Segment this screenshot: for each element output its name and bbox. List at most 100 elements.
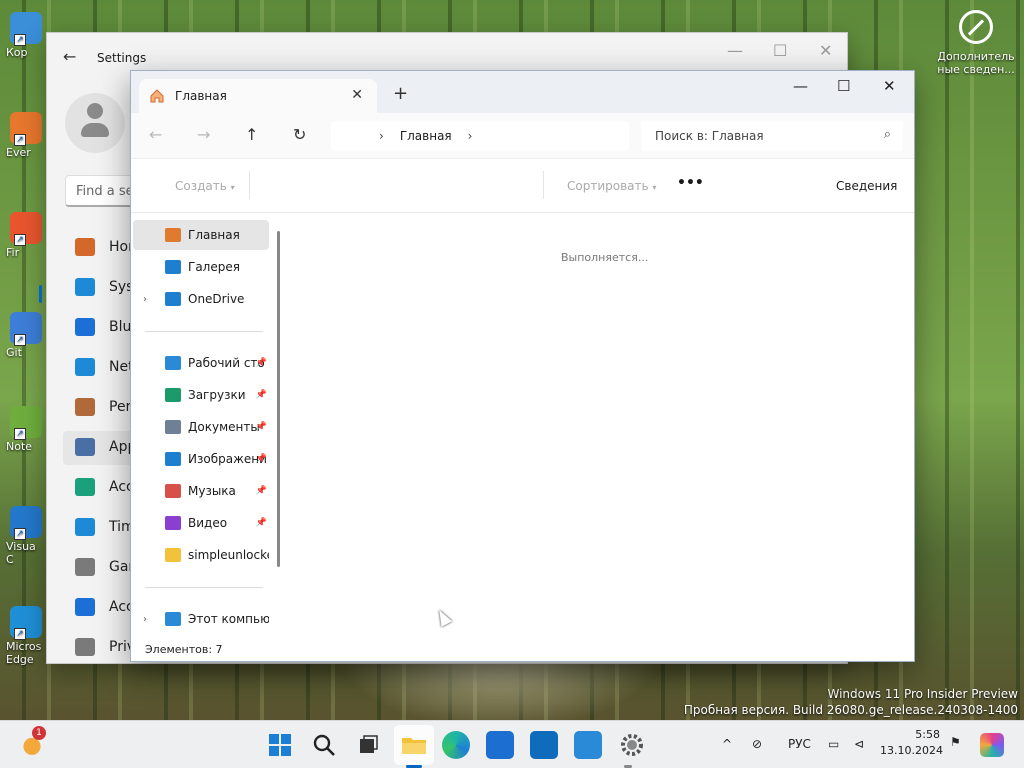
back-arrow-icon[interactable]: ← [149, 125, 162, 144]
new-tab-icon[interactable]: + [393, 83, 408, 104]
sidebar-item-label: Этот компьюте [188, 612, 269, 626]
sidebar-item[interactable]: Галерея [133, 252, 269, 282]
chevron-right-icon[interactable]: › [143, 294, 147, 305]
bluetooth-icon [75, 318, 95, 336]
shortcut-arrow-icon: ↗ [14, 134, 26, 146]
additional-info-widget[interactable]: Дополнитель ные сведен... [934, 10, 1018, 76]
close-icon[interactable]: ✕ [819, 41, 832, 60]
settings-gear-icon[interactable] [618, 731, 646, 759]
search-placeholder: Поиск в: Главная [655, 129, 764, 143]
desktop-shortcut-label: Micros Edge [6, 640, 42, 666]
clock-date: 13.10.2024 [880, 744, 943, 757]
close-icon[interactable]: ✕ [883, 77, 896, 95]
shortcut-arrow-icon: ↗ [14, 334, 26, 346]
loading-text: Выполняется... [561, 251, 649, 264]
sidebar-item[interactable]: Музыка 📌 [133, 476, 269, 506]
divider [145, 331, 263, 332]
search-input[interactable]: Поиск в: Главная ⌕ [641, 121, 903, 151]
copilot-icon[interactable] [980, 733, 1004, 757]
pin-icon[interactable]: 📌 [256, 518, 267, 528]
details-button[interactable]: Сведения [836, 179, 897, 193]
desktop-shortcut-label: Note [6, 440, 33, 453]
sidebar-item-label: Рабочий сто [188, 356, 265, 370]
settings-title: Settings [97, 51, 147, 65]
pin-icon[interactable]: 📌 [256, 486, 267, 496]
start-windows-icon[interactable] [266, 731, 294, 759]
shield-icon [75, 638, 95, 656]
forward-arrow-icon[interactable]: → [197, 125, 210, 144]
sort-button[interactable]: Сортировать ▾ [567, 179, 656, 193]
task-view-icon[interactable] [354, 731, 382, 759]
maximize-icon[interactable]: ☐ [837, 77, 850, 95]
gamepad-icon [75, 558, 95, 576]
watermark-build: Пробная версия. Build 26080.ge_release.2… [683, 703, 1018, 717]
chevron-right-icon[interactable]: › [468, 129, 473, 143]
back-arrow-icon[interactable]: ← [63, 47, 76, 66]
clock[interactable]: 5:58 13.10.2024 [880, 727, 943, 759]
store-icon[interactable] [486, 731, 514, 759]
desktop-shortcut[interactable]: ↗ Git [6, 312, 46, 359]
desktop-shortcut-label: Git [6, 346, 22, 359]
brush-icon [75, 398, 95, 416]
minimize-icon[interactable]: — [727, 41, 743, 60]
breadcrumb-current[interactable]: Главная [400, 129, 452, 143]
sidebar-scrollbar[interactable] [277, 231, 280, 567]
close-tab-icon[interactable]: ✕ [351, 87, 363, 103]
desktop-shortcut[interactable]: ↗ Ever [6, 112, 46, 159]
home-icon [150, 89, 164, 103]
more-options-button[interactable]: ••• [677, 175, 704, 191]
pin-icon[interactable]: 📌 [256, 358, 267, 368]
desktop-shortcut-label: Кор [6, 46, 28, 59]
sidebar-item[interactable]: Главная [133, 220, 269, 250]
file-explorer-window[interactable]: Главная ✕ + — ☐ ✕ ← → ↑ ↻ › Главная › По… [130, 70, 915, 662]
desktop-shortcut[interactable]: ↗ Visua C [6, 506, 46, 566]
sidebar-item[interactable]: › OneDrive [133, 284, 269, 314]
desktop-shortcut[interactable]: ↗ Кор [6, 12, 46, 59]
shortcut-arrow-icon: ↗ [14, 528, 26, 540]
monitor-icon[interactable]: ▭ [828, 737, 839, 751]
cloud-icon [165, 292, 181, 306]
sidebar-item-label: Галерея [188, 260, 240, 274]
network-off-icon[interactable]: ⊘ [752, 737, 762, 751]
sidebar-item[interactable]: Видео 📌 [133, 508, 269, 538]
chevron-right-icon[interactable]: › [143, 614, 147, 625]
search-icon[interactable] [310, 731, 338, 759]
user-avatar[interactable] [65, 93, 125, 153]
outlook-icon[interactable] [530, 731, 558, 759]
refresh-icon[interactable]: ↻ [293, 125, 306, 144]
create-button[interactable]: Создать ▾ [175, 179, 235, 193]
maximize-icon[interactable]: ☐ [773, 41, 787, 60]
sidebar-item[interactable]: Рабочий сто 📌 [133, 348, 269, 378]
notification-bell-icon[interactable]: ⚑ [950, 735, 961, 749]
chevron-up-icon[interactable]: ^ [722, 737, 732, 751]
tab-label: Главная [175, 89, 227, 103]
sidebar-item[interactable]: simpleunlocker_ [133, 540, 269, 570]
desktop-shortcut[interactable]: ↗ Fir [6, 212, 46, 259]
desktop-shortcut[interactable]: ↗ Micros Edge [6, 606, 46, 666]
pin-icon[interactable]: 📌 [256, 454, 267, 464]
remote-desktop-icon[interactable] [574, 731, 602, 759]
up-arrow-icon[interactable]: ↑ [245, 125, 258, 144]
desktop-folder-icon [165, 356, 181, 370]
desktop-shortcut-label: Fir [6, 246, 20, 259]
breadcrumb[interactable]: › Главная › [331, 121, 629, 151]
nav-indicator [39, 285, 42, 303]
apps-icon [75, 438, 95, 456]
pin-icon[interactable]: 📌 [256, 422, 267, 432]
divider [145, 587, 263, 588]
sidebar-item-label: Главная [188, 228, 240, 242]
sidebar-item[interactable]: Загрузки 📌 [133, 380, 269, 410]
tab-home[interactable]: Главная ✕ [139, 79, 377, 113]
sidebar-item[interactable]: › Этот компьюте [133, 604, 269, 634]
sidebar-item[interactable]: Изображени 📌 [133, 444, 269, 474]
language-indicator[interactable]: РУС [788, 737, 811, 751]
sidebar-item[interactable]: Документы 📌 [133, 412, 269, 442]
document-icon [165, 420, 181, 434]
volume-icon[interactable]: ⊲ [854, 737, 864, 751]
wifi-icon [75, 358, 95, 376]
file-explorer-icon[interactable] [400, 731, 428, 759]
minimize-icon[interactable]: — [793, 77, 808, 95]
desktop-shortcut[interactable]: ↗ Note [6, 406, 46, 453]
edge-icon[interactable] [442, 731, 470, 759]
pin-icon[interactable]: 📌 [256, 390, 267, 400]
